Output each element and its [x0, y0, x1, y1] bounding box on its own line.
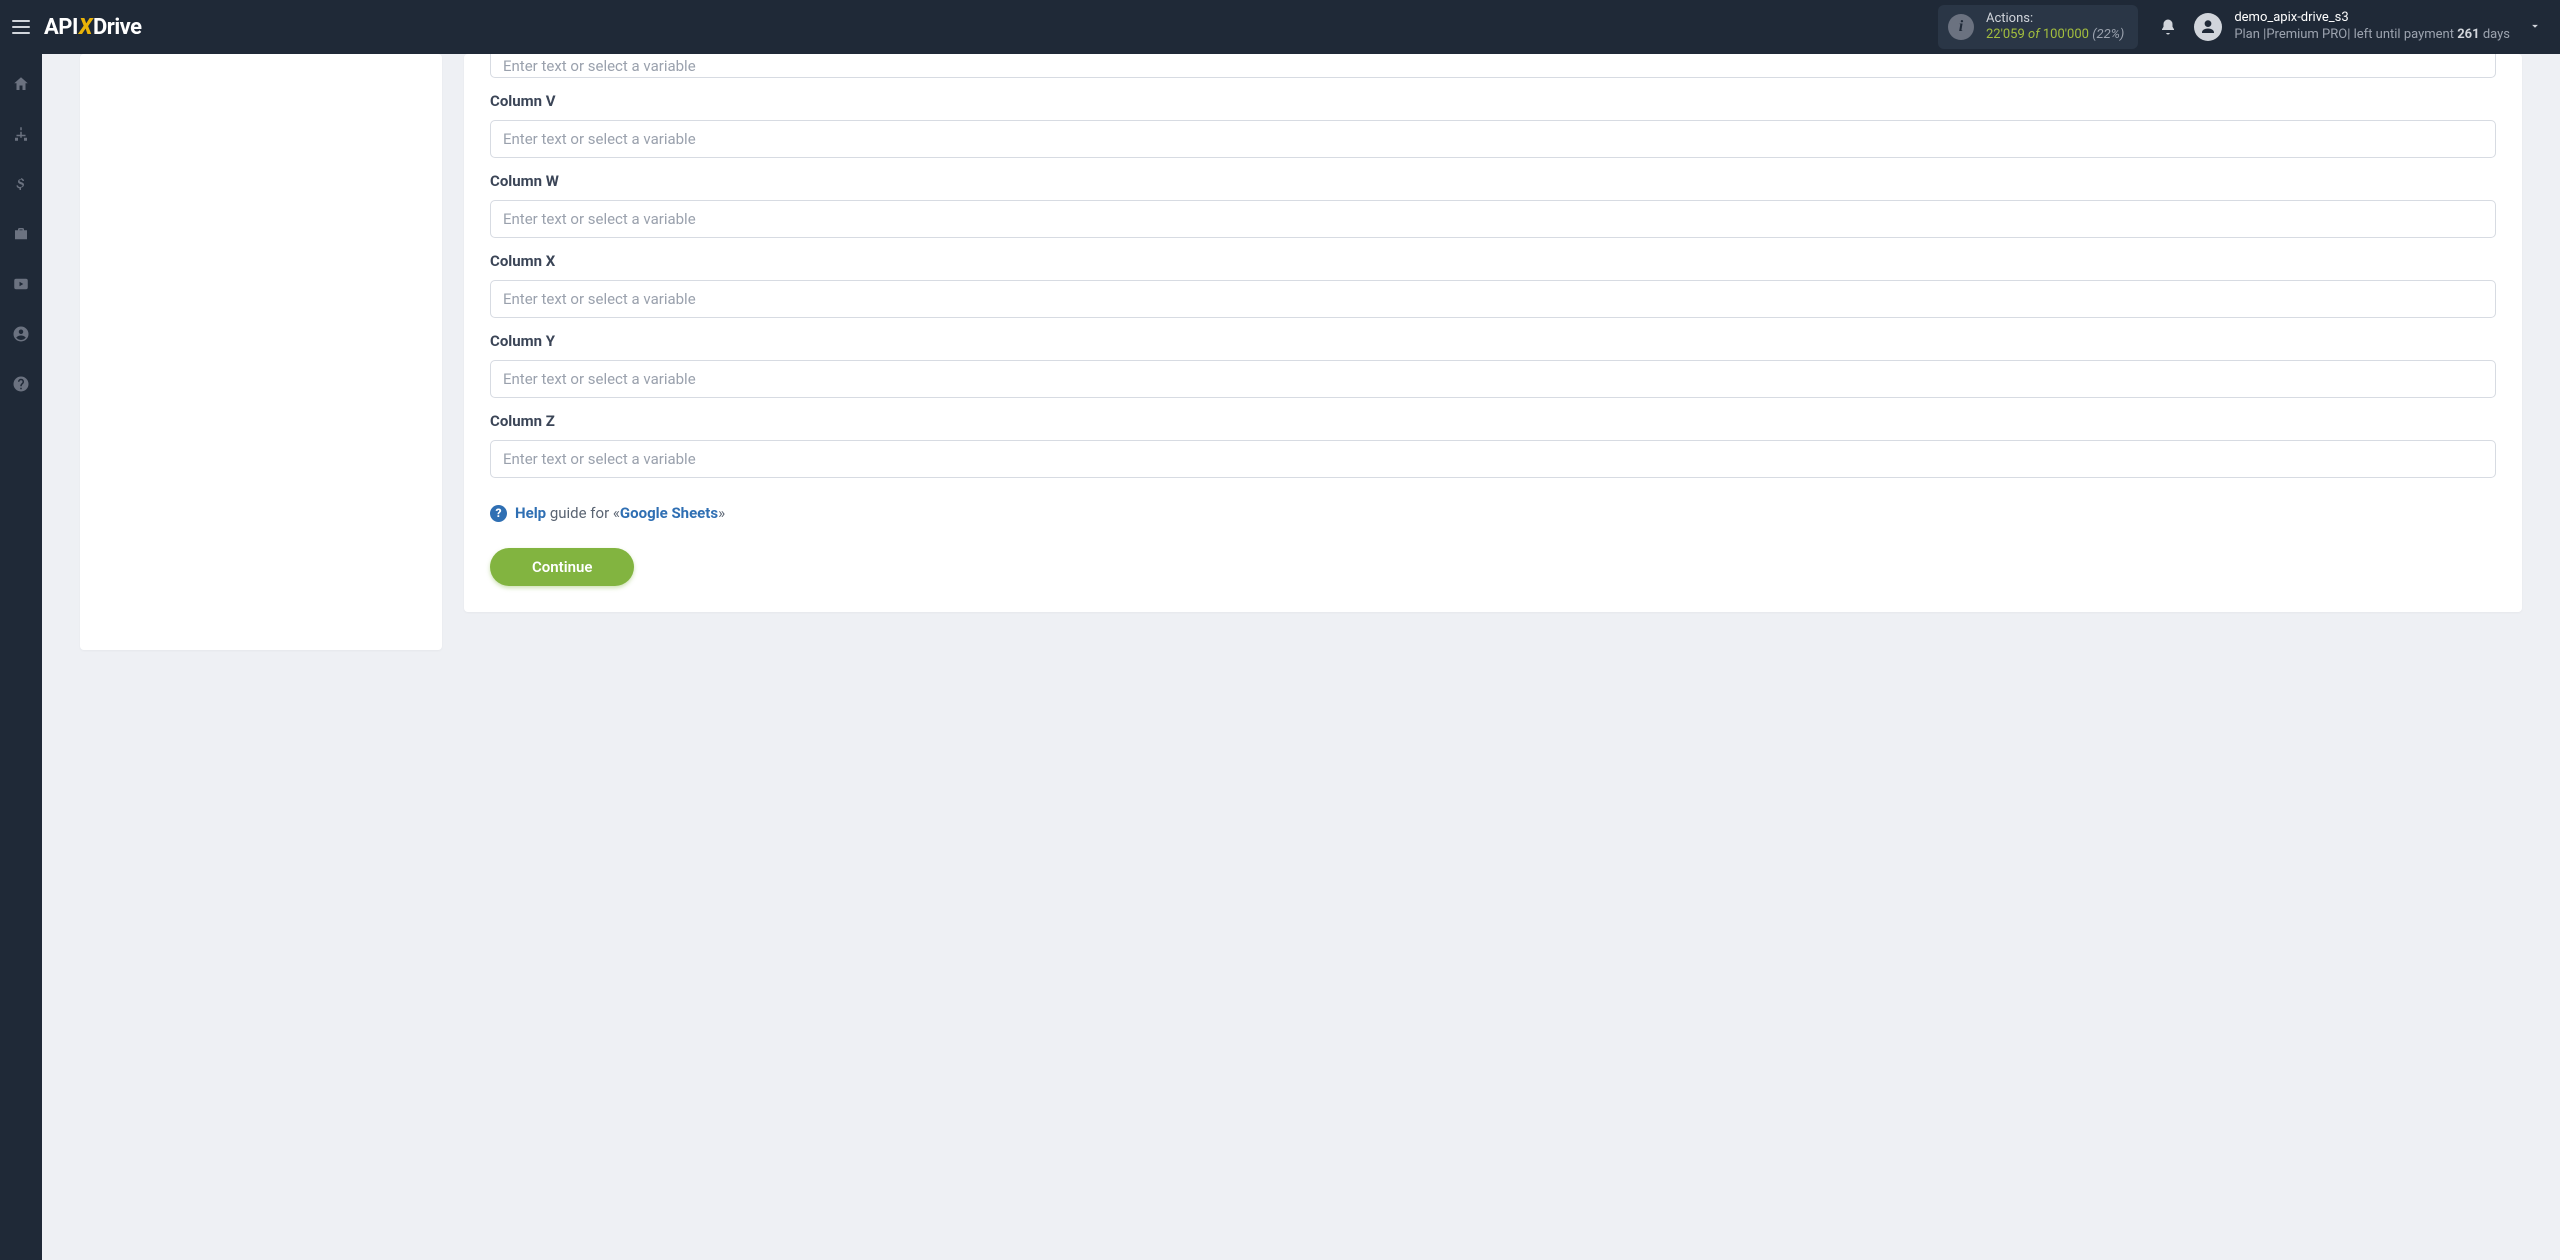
label-column-w: Column W: [490, 172, 2496, 190]
actions-label: Actions:: [1986, 11, 2124, 27]
field-column-y: Column Y: [490, 332, 2496, 398]
info-icon: i: [1948, 14, 1974, 40]
actions-text: Actions: 22'059 of 100'000 (22%): [1986, 11, 2124, 44]
user-icon: [2199, 18, 2217, 36]
sidebar-item-work[interactable]: [0, 220, 42, 248]
actions-percent: (22%): [2092, 27, 2124, 42]
field-column-z: Column Z: [490, 412, 2496, 478]
left-panel: [80, 54, 442, 650]
help-end: »: [718, 504, 725, 522]
logo[interactable]: API X Drive: [44, 15, 142, 40]
hamburger-icon: [12, 20, 30, 34]
sidebar: [0, 54, 42, 1260]
help-mid: guide for «: [546, 504, 620, 522]
sidebar-item-account[interactable]: [0, 320, 42, 348]
logo-text-api: API: [44, 15, 78, 40]
input-column-y[interactable]: [490, 360, 2496, 398]
main-panel: Column V Column W Column X Column Y Colu…: [464, 54, 2522, 612]
content-area: Column V Column W Column X Column Y Colu…: [42, 54, 2560, 1260]
field-column-u-partial: [490, 54, 2496, 78]
user-circle-icon: [12, 325, 30, 343]
help-target: Google Sheets: [620, 504, 718, 522]
topbar: API X Drive i Actions: 22'059 of 100'000…: [0, 0, 2560, 54]
field-column-w: Column W: [490, 172, 2496, 238]
actions-counter[interactable]: i Actions: 22'059 of 100'000 (22%): [1938, 5, 2138, 50]
actions-of: of: [2028, 27, 2040, 42]
bell-icon: [2159, 18, 2177, 36]
sidebar-item-home[interactable]: [0, 70, 42, 98]
input-column-prev[interactable]: [490, 54, 2496, 78]
input-column-z[interactable]: [490, 440, 2496, 478]
label-column-z: Column Z: [490, 412, 2496, 430]
help-word: Help: [515, 504, 546, 522]
avatar: [2194, 13, 2222, 41]
menu-toggle-button[interactable]: [0, 0, 42, 54]
actions-used: 22'059: [1986, 27, 2025, 42]
help-icon: ?: [490, 505, 507, 522]
field-column-x: Column X: [490, 252, 2496, 318]
user-menu[interactable]: demo_apix-drive_s3 Plan |Premium PRO| le…: [2194, 10, 2510, 44]
user-menu-chevron[interactable]: [2528, 18, 2542, 37]
label-column-x: Column X: [490, 252, 2496, 270]
logo-text-drive: Drive: [93, 15, 142, 40]
user-plan: Plan |Premium PRO| left until payment 26…: [2234, 27, 2510, 44]
label-column-y: Column Y: [490, 332, 2496, 350]
chevron-down-icon: [2528, 19, 2542, 33]
briefcase-icon: [12, 225, 30, 243]
logo-text-x: X: [79, 15, 92, 40]
notifications-button[interactable]: [2152, 18, 2184, 36]
input-column-w[interactable]: [490, 200, 2496, 238]
sidebar-item-video[interactable]: [0, 270, 42, 298]
continue-button[interactable]: Continue: [490, 548, 634, 586]
actions-total: 100'000: [2043, 27, 2089, 42]
dollar-icon: [12, 175, 30, 193]
sidebar-item-help[interactable]: [0, 370, 42, 398]
home-icon: [12, 75, 30, 93]
input-column-x[interactable]: [490, 280, 2496, 318]
label-column-v: Column V: [490, 92, 2496, 110]
sitemap-icon: [12, 125, 30, 143]
youtube-icon: [12, 275, 30, 293]
sidebar-item-billing[interactable]: [0, 170, 42, 198]
help-circle-icon: [12, 375, 30, 393]
user-text: demo_apix-drive_s3 Plan |Premium PRO| le…: [2234, 10, 2510, 44]
input-column-v[interactable]: [490, 120, 2496, 158]
user-name: demo_apix-drive_s3: [2234, 10, 2510, 27]
field-column-v: Column V: [490, 92, 2496, 158]
help-guide-link[interactable]: ? Help guide for «Google Sheets»: [490, 504, 2496, 522]
sidebar-item-connections[interactable]: [0, 120, 42, 148]
